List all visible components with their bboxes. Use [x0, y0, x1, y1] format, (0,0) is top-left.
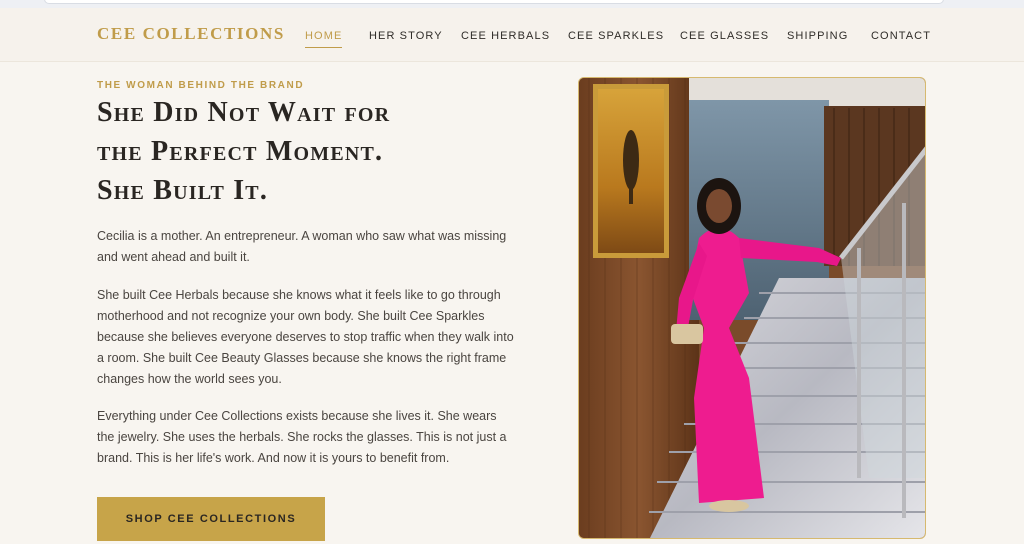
browser-top-strip [0, 0, 1024, 8]
nav-item-home[interactable]: HOME [305, 30, 343, 48]
nav-item-label: CONTACT [871, 30, 932, 42]
address-bar[interactable] [44, 0, 944, 4]
nav-item-cee-glasses[interactable]: CEE GLASSES [680, 30, 769, 42]
nav-item-label: CEE HERBALS [461, 30, 551, 42]
nav-item-her-story[interactable]: HER STORY [369, 30, 443, 42]
headline-line-3: She Built It. [97, 175, 269, 206]
nav-item-label: SHIPPING [787, 30, 849, 42]
founder-photo [578, 77, 926, 539]
nav-item-cee-herbals[interactable]: CEE HERBALS [461, 30, 550, 42]
nav-item-label: CEE GLASSES [680, 30, 770, 42]
story-paragraph-1: Cecilia is a mother. An entrepreneur. A … [97, 229, 507, 264]
nav-item-label: HOME [305, 30, 343, 42]
nav-item-shipping[interactable]: SHIPPING [787, 30, 848, 42]
nav-item-label: HER STORY [369, 30, 443, 42]
section-eyebrow: THE WOMAN BEHIND THE BRAND [97, 80, 305, 91]
story-paragraph-2: She built Cee Herbals because she knows … [97, 288, 514, 386]
active-underline [305, 47, 343, 48]
nav-item-label: CEE SPARKLES [568, 30, 665, 42]
hero-headline: She Did Not Wait for the Perfect Moment.… [97, 93, 537, 210]
story-paragraph-3: Everything under Cee Collections exists … [97, 409, 507, 465]
site-header: CEE COLLECTIONS HOME HER STORY CEE HERBA… [0, 8, 1024, 62]
headline-line-1: She Did Not Wait for [97, 97, 391, 128]
shop-cee-collections-button[interactable]: SHOP CEE COLLECTIONS [97, 497, 325, 541]
headline-line-2: the Perfect Moment. [97, 136, 384, 167]
nav-item-contact[interactable]: CONTACT [871, 30, 931, 42]
main-nav: HOME HER STORY CEE HERBALS CEE SPARKLES … [0, 30, 1024, 50]
nav-item-cee-sparkles[interactable]: CEE SPARKLES [568, 30, 664, 42]
